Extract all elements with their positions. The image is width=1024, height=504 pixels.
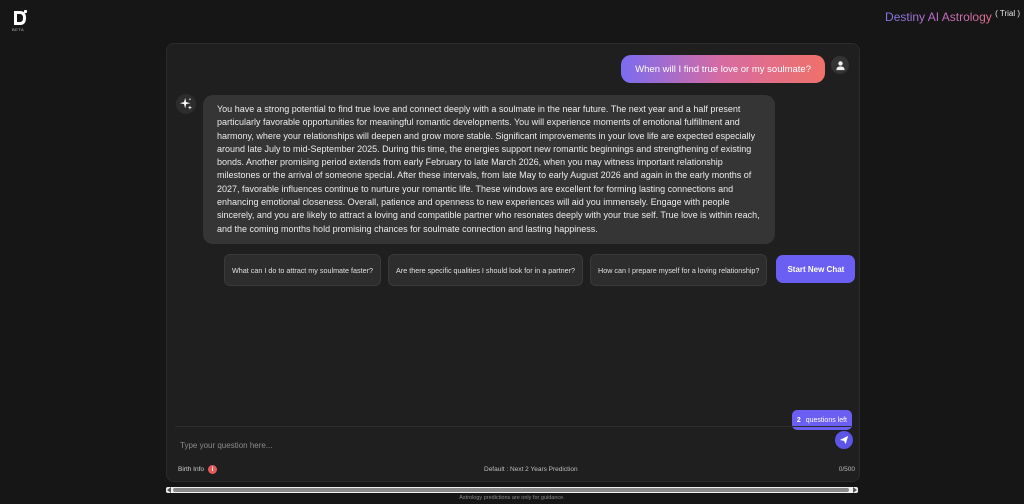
- suggestion-chip-prepare-relationship[interactable]: How can I prepare myself for a loving re…: [590, 254, 768, 286]
- question-input[interactable]: [178, 436, 782, 454]
- send-icon: [839, 435, 849, 445]
- user-message-bubble: When will I find true love or my soulmat…: [621, 55, 825, 83]
- birth-info-label: Birth Info: [178, 466, 205, 473]
- suggestion-list: What can I do to attract my soulmate fas…: [224, 254, 856, 286]
- scroll-thumb[interactable]: [173, 488, 849, 492]
- suggestion-chip-attract-soulmate[interactable]: What can I do to attract my soulmate fas…: [224, 254, 382, 286]
- brand-title: Destiny AI Astrology ( Trial ): [885, 9, 1020, 24]
- info-icon[interactable]: i: [208, 465, 218, 474]
- sparkle-glyph: [179, 97, 193, 110]
- chat-panel: When will I find true love or my soulmat…: [166, 43, 860, 482]
- questions-left-label: questions left: [805, 416, 847, 424]
- disclaimer: Astrology predictions are only for guida…: [459, 495, 565, 501]
- user-icon: [831, 56, 849, 74]
- beta-badge: BETA: [12, 27, 25, 32]
- default-prediction-label: Default : Next 2 Years Prediction: [484, 466, 578, 473]
- send-button[interactable]: [835, 431, 853, 449]
- suggestion-chip-partner-qualities[interactable]: Are there specific qualities I should lo…: [388, 254, 584, 286]
- questions-left-count: 2: [796, 416, 801, 424]
- start-new-chat-button[interactable]: Start New Chat: [776, 255, 856, 283]
- horizontal-scrollbar[interactable]: [166, 487, 858, 493]
- scroll-right-icon[interactable]: [853, 487, 857, 493]
- scroll-left-icon[interactable]: [167, 487, 171, 493]
- logo-mark: [14, 9, 28, 25]
- trial-label: ( Trial ): [995, 9, 1020, 18]
- destiny-logo-icon[interactable]: BETA: [10, 8, 30, 32]
- user-glyph: [835, 60, 845, 70]
- input-footer: Birth Info i Default : Next 2 Years Pred…: [167, 464, 859, 478]
- brand-name: Destiny AI Astrology: [885, 10, 992, 24]
- char-count: 0/500: [838, 466, 855, 473]
- question-input-area: [175, 426, 851, 455]
- sparkle-icon: [176, 94, 196, 114]
- birth-info[interactable]: Birth Info i: [178, 465, 218, 474]
- ai-message-bubble: You have a strong potential to find true…: [203, 95, 775, 244]
